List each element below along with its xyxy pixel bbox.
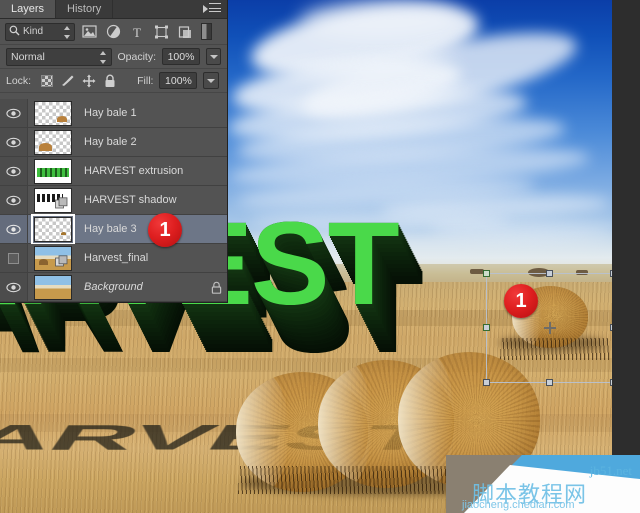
layer-visibility-toggle[interactable]	[0, 215, 28, 243]
watermark-overlay: jb51.net 脚本教程网 jiaocheng.chedian.com	[446, 455, 640, 513]
layer-row-background[interactable]: Background	[0, 273, 227, 302]
search-icon	[9, 25, 20, 39]
eye-icon	[6, 282, 21, 292]
layer-thumbnail-cell[interactable]	[28, 129, 78, 155]
blend-mode-row[interactable]: Normal Opacity: 100%	[0, 45, 227, 69]
layer-row-hay-bale-3[interactable]: Hay bale 3	[0, 213, 227, 245]
layer-visibility-toggle[interactable]	[0, 186, 28, 214]
lock-position-icon[interactable]	[81, 73, 96, 88]
svg-text:T: T	[133, 25, 141, 39]
smart-object-filter-icon[interactable]	[175, 23, 195, 41]
tab-history[interactable]: History	[56, 0, 114, 18]
fill-input[interactable]: 100%	[159, 72, 198, 89]
transform-handle-middle-left[interactable]	[483, 324, 490, 331]
layer-thumbnail-cell[interactable]	[28, 245, 78, 271]
fill-label: Fill:	[137, 74, 154, 87]
layer-filter-row[interactable]: Kind T	[0, 19, 227, 45]
layer-name[interactable]: Hay bale 3	[78, 223, 205, 235]
layer-row-harvest-extrusion[interactable]: HARVEST extrusion	[0, 157, 227, 186]
layer-visibility-toggle[interactable]	[0, 128, 28, 156]
transform-handle-bottom-left[interactable]	[483, 379, 490, 386]
canvas-gutter	[612, 0, 640, 513]
watermark-site-name: jb51.net	[589, 463, 632, 478]
pixel-layer-filter-icon[interactable]	[79, 23, 99, 41]
layer-thumbnail[interactable]	[34, 274, 72, 300]
layer-thumbnail-cell[interactable]	[28, 274, 78, 300]
filter-enable-toggle[interactable]	[201, 23, 212, 40]
watermark-url: jiaocheng.chedian.com	[462, 499, 575, 511]
blend-mode-stepper[interactable]	[99, 50, 107, 64]
layer-thumbnail[interactable]	[31, 213, 75, 245]
free-transform-bounding-box[interactable]	[483, 270, 612, 386]
layer-thumbnail[interactable]	[34, 158, 72, 184]
eye-icon	[6, 166, 21, 176]
lock-label: Lock:	[6, 74, 32, 87]
step-badge-canvas: 1	[504, 284, 538, 318]
eye-icon	[6, 224, 21, 234]
filter-kind-label: Kind	[23, 26, 44, 37]
eye-icon	[6, 108, 21, 118]
layer-list[interactable]: Hay bale 1 Hay bale 2 HARVEST extrusion …	[0, 99, 227, 302]
layer-row-harvest-final[interactable]: Harvest_final	[0, 244, 227, 273]
panel-tab-bar[interactable]: Layers History	[0, 0, 227, 19]
opacity-input[interactable]: 100%	[162, 48, 201, 65]
transform-handle-top-left[interactable]	[483, 270, 490, 277]
layer-row-hay-bale-2[interactable]: Hay bale 2	[0, 128, 227, 157]
fill-slider-arrow[interactable]	[203, 72, 220, 89]
layer-thumbnail-cell[interactable]	[28, 187, 78, 213]
smart-object-icon	[55, 196, 68, 210]
step-badge-layer: 1	[148, 213, 182, 247]
layer-visibility-toggle[interactable]	[0, 273, 28, 301]
layer-name[interactable]: Hay bale 1	[78, 107, 205, 119]
lock-image-pixels-icon[interactable]	[60, 73, 75, 88]
layer-thumbnail[interactable]	[34, 100, 72, 126]
layer-name[interactable]: Hay bale 2	[78, 136, 205, 148]
filter-kind-stepper[interactable]	[64, 25, 71, 39]
transform-handle-top-center[interactable]	[546, 270, 553, 277]
tab-history-label: History	[67, 3, 102, 15]
adjustment-layer-filter-icon[interactable]	[103, 23, 123, 41]
lock-row[interactable]: Lock: Fill: 100%	[0, 69, 227, 93]
layers-panel[interactable]: Layers History Kind T Normal Opacity: 10…	[0, 0, 228, 303]
smart-object-icon	[55, 254, 68, 268]
eye-icon	[6, 137, 21, 147]
tab-layers[interactable]: Layers	[0, 0, 57, 18]
layer-name[interactable]: Harvest_final	[78, 252, 205, 264]
blend-mode-value: Normal	[11, 50, 45, 63]
opacity-label: Opacity:	[117, 50, 157, 63]
layer-visibility-toggle[interactable]	[0, 157, 28, 185]
eye-icon	[6, 195, 21, 205]
shape-layer-filter-icon[interactable]	[151, 23, 171, 41]
tab-layers-label: Layers	[11, 3, 45, 15]
layer-name[interactable]: HARVEST extrusion	[78, 165, 205, 177]
layer-row-harvest-shadow[interactable]: HARVEST shadow	[0, 186, 227, 215]
layer-thumbnail-cell[interactable]	[28, 100, 78, 126]
layer-thumbnail-cell[interactable]	[28, 213, 78, 245]
layer-visibility-toggle[interactable]	[0, 99, 28, 127]
eye-off-icon	[8, 252, 19, 264]
background-lock-icon	[205, 281, 227, 294]
type-layer-filter-icon[interactable]: T	[127, 23, 147, 41]
layer-name[interactable]: HARVEST shadow	[78, 194, 205, 206]
layer-thumbnail[interactable]	[34, 187, 72, 213]
layer-name[interactable]: Background	[78, 281, 205, 293]
blend-mode-select[interactable]: Normal	[6, 47, 112, 66]
layer-thumbnail[interactable]	[34, 245, 72, 271]
opacity-slider-arrow[interactable]	[206, 48, 221, 65]
layer-visibility-toggle[interactable]	[0, 244, 28, 272]
lock-all-icon[interactable]	[102, 73, 117, 88]
panel-menu-icon[interactable]	[203, 3, 223, 15]
layer-thumbnail-cell[interactable]	[28, 158, 78, 184]
filter-kind-select[interactable]: Kind	[5, 22, 75, 41]
layer-row-hay-bale-1[interactable]: Hay bale 1	[0, 99, 227, 128]
transform-handle-bottom-center[interactable]	[546, 379, 553, 386]
lock-transparent-pixels-icon[interactable]	[39, 73, 54, 88]
layer-thumbnail[interactable]	[34, 129, 72, 155]
transform-reference-point-icon[interactable]	[544, 322, 556, 334]
